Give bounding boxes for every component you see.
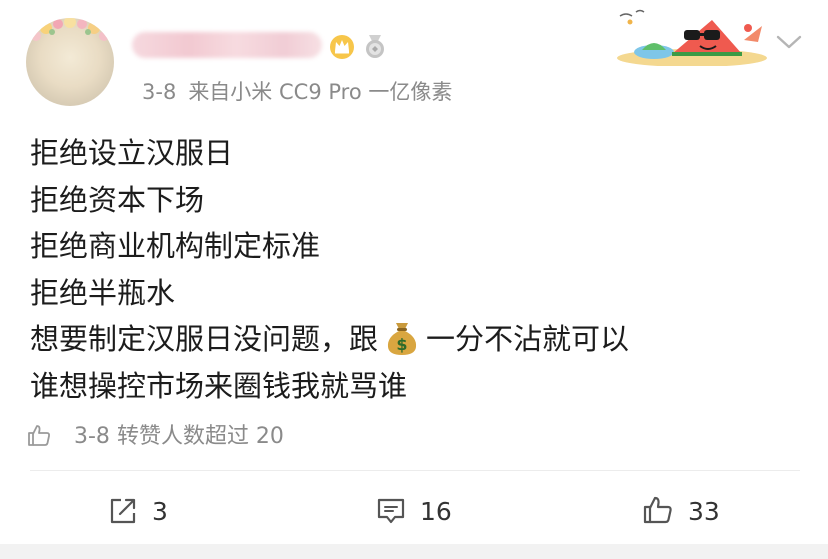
repost-info-text: 转赞人数超过 20 [116,424,284,449]
content-line: 拒绝商业机构制定标准 [30,229,321,263]
post-meta: 3-8 来自小米 CC9 Pro 一亿像素 [142,78,452,106]
avatar[interactable] [26,18,114,106]
post-content: 拒绝设立汉服日 拒绝资本下场 拒绝商业机构制定标准 拒绝半瓶水 想要制定汉服日没… [30,130,810,409]
chevron-down-icon[interactable] [774,30,804,54]
content-line: 拒绝半瓶水 [30,275,176,310]
divider [30,470,800,471]
content-line: 想要制定汉服日没问题，跟 $ 一分不沾就可以 [30,316,810,363]
thumbs-up-small-icon [28,425,50,446]
content-line: 谁想操控市场来圈钱我就骂谁 [30,368,408,403]
content-line: 拒绝设立汉服日 [30,136,234,170]
repost-count: 3 [152,497,168,526]
repost-info-time: 3-8 [74,424,110,449]
like-count: 33 [688,497,720,526]
repost-info: 3-8 转赞人数超过 20 [26,420,284,454]
weibo-post: 3-8 来自小米 CC9 Pro 一亿像素 拒绝设立汉服日 拒绝资本下场 拒绝商业… [0,0,828,559]
comment-button[interactable]: 16 [376,494,452,530]
content-text: 想要制定汉服日没问题，跟 [30,322,379,356]
post-time: 3-8 [142,80,177,104]
post-source[interactable]: 来自小米 CC9 Pro 一亿像素 [188,80,452,104]
bottom-separator [0,544,828,559]
comment-icon [377,498,405,524]
flower-wreath-icon [31,18,109,41]
like-button[interactable]: 33 [642,494,720,530]
content-line: 拒绝资本下场 [30,182,205,217]
watermelon-sunglasses-sticker [617,9,767,66]
comment-count: 16 [420,497,452,526]
thumbs-up-icon [643,496,672,524]
money-bag-icon: $ [387,323,417,355]
medal-badge-icon [366,35,384,58]
repost-icon [110,498,136,524]
svg-text:$: $ [396,335,407,354]
crown-badge-icon [330,35,354,59]
repost-button[interactable]: 3 [108,494,168,530]
content-text: 一分不沾就可以 [426,322,630,356]
username-blurred[interactable] [132,32,322,58]
